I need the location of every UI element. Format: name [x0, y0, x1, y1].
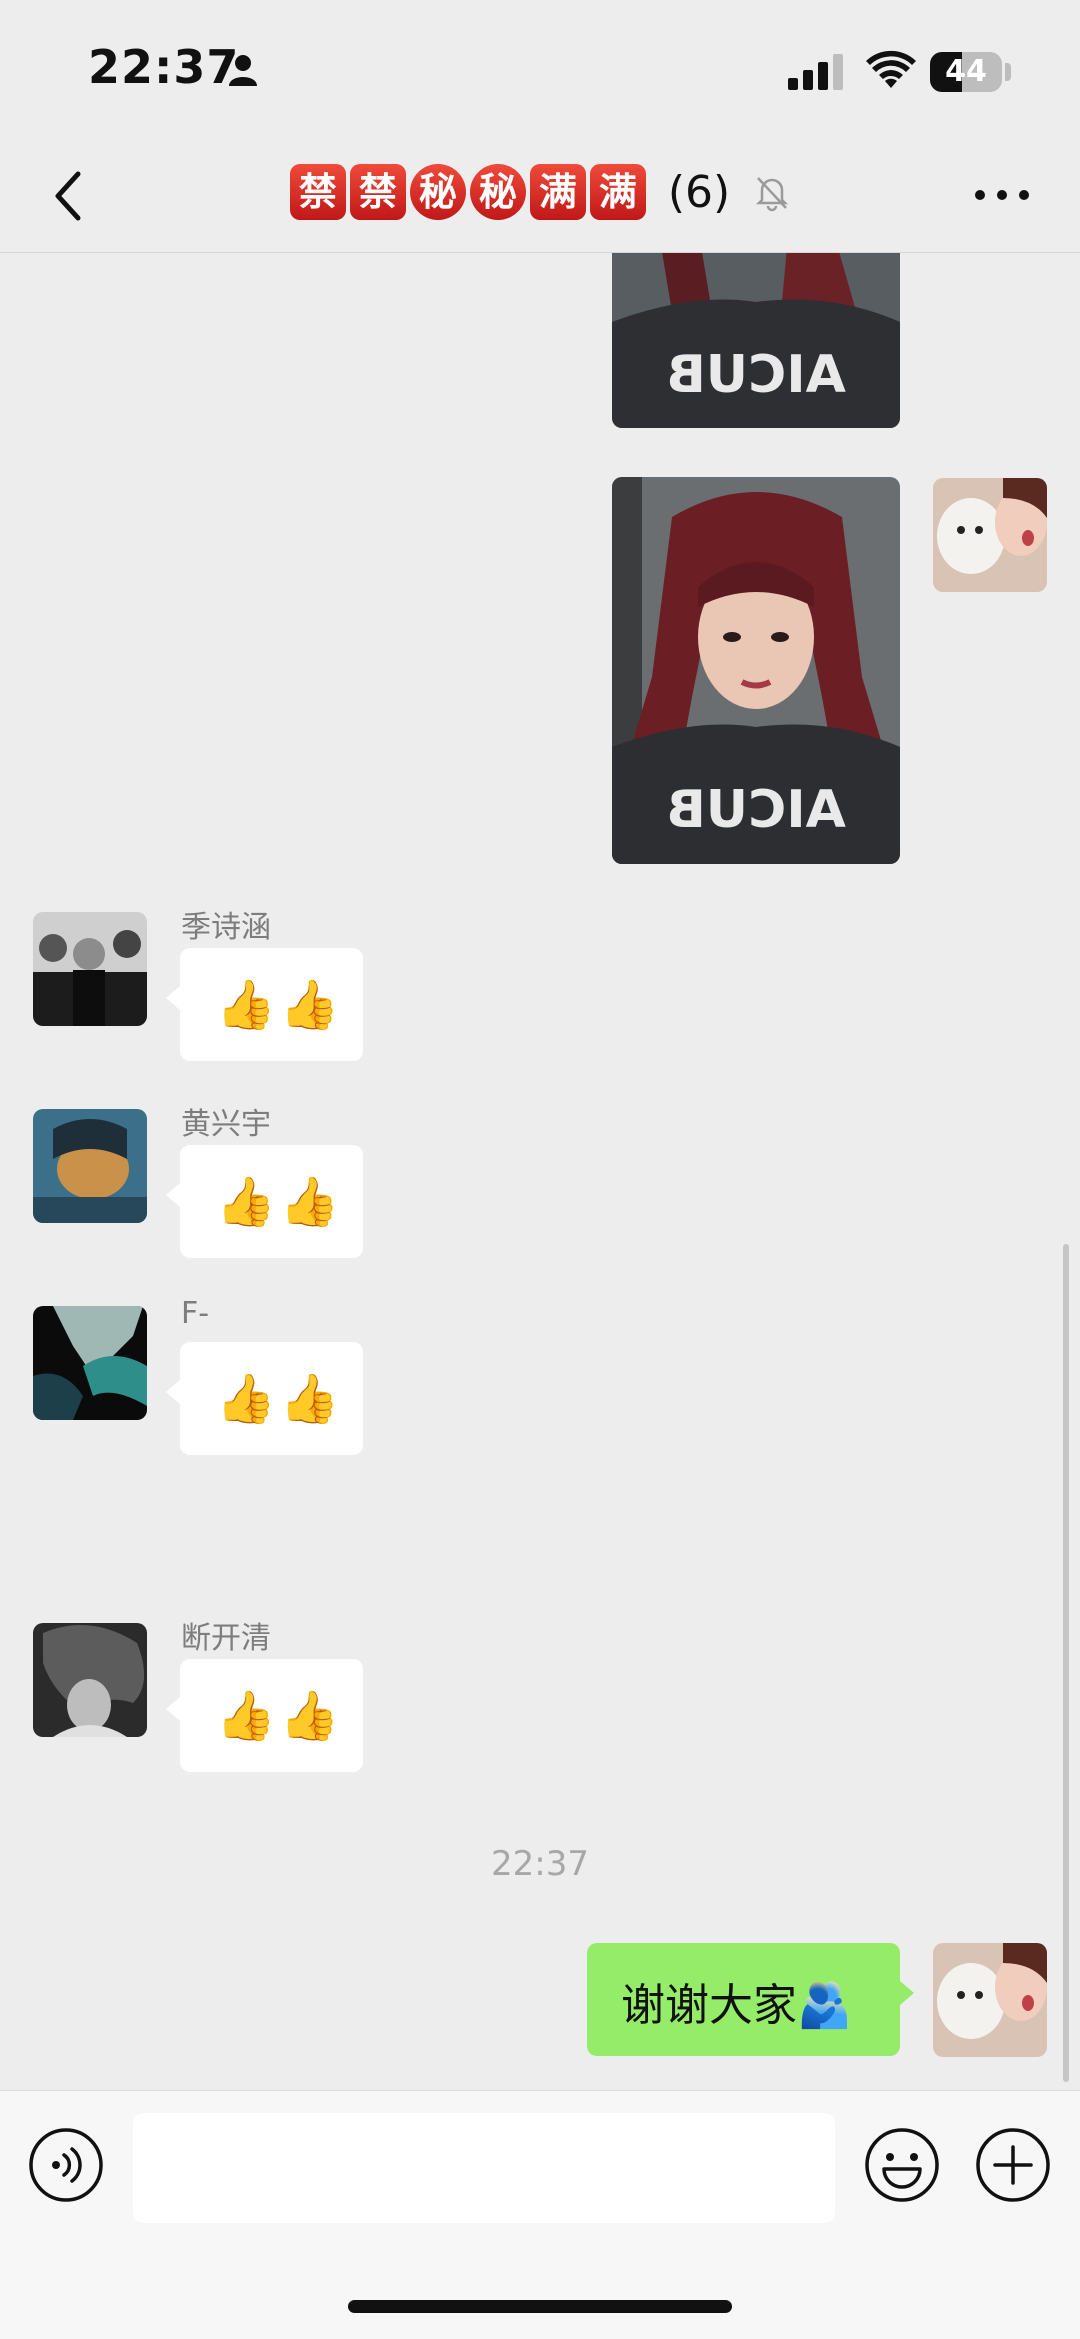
- title-badge: 禁: [349, 164, 406, 220]
- battery-tip: [1005, 63, 1011, 81]
- sender-name: 季诗涵: [181, 910, 271, 945]
- cellular-signal-icon: [788, 54, 843, 90]
- avatar-image: [33, 1623, 147, 1737]
- image-message-partial[interactable]: AICUB: [612, 252, 900, 428]
- member-count: (6): [667, 166, 731, 218]
- chat-title[interactable]: 禁禁秘秘满满 (6): [0, 164, 1080, 220]
- image-message[interactable]: AICUB: [612, 477, 900, 864]
- avatar-image: [33, 1306, 147, 1420]
- scrollbar[interactable]: [1063, 1244, 1069, 2082]
- message-text: 👍👍: [216, 1174, 344, 1230]
- avatar-image: [933, 1943, 1047, 2057]
- selfie-photo: AICUB: [612, 252, 900, 428]
- message-bubble[interactable]: 👍👍: [166, 1659, 363, 1772]
- avatar-image: [33, 912, 147, 1026]
- plus-circle-icon[interactable]: [975, 2127, 1051, 2203]
- title-badges: 禁禁秘秘满满: [288, 164, 648, 220]
- smile-icon[interactable]: [864, 2127, 940, 2203]
- message-text: 👍👍: [216, 977, 344, 1033]
- sender-name: 断开清: [181, 1621, 271, 1656]
- person-icon: [229, 55, 257, 86]
- voice-icon[interactable]: [28, 2127, 104, 2203]
- more-dots-icon[interactable]: [972, 180, 1032, 210]
- message-text: 谢谢大家🫂: [621, 1980, 852, 2031]
- selfie-photo: AICUB: [612, 477, 900, 864]
- message-text: 👍👍: [216, 1371, 344, 1427]
- avatar[interactable]: [33, 1306, 147, 1420]
- avatar-image: [33, 1109, 147, 1223]
- title-badge: 满: [529, 164, 586, 220]
- message-timestamp: 22:37: [491, 1844, 589, 1884]
- message-input[interactable]: [133, 2113, 835, 2223]
- title-badge: 秘: [469, 164, 526, 220]
- message-bubble[interactable]: 👍👍: [166, 1145, 363, 1258]
- title-badge: 禁: [289, 164, 346, 220]
- message-text: 👍👍: [216, 1688, 344, 1744]
- svg-text:AICUB: AICUB: [666, 780, 846, 840]
- battery-percent: 44: [945, 54, 987, 89]
- message-bubble[interactable]: 👍👍: [166, 1342, 363, 1455]
- svg-text:AICUB: AICUB: [666, 345, 846, 405]
- avatar[interactable]: [33, 1109, 147, 1223]
- avatar-self[interactable]: [933, 478, 1047, 592]
- sender-name: F-: [181, 1296, 210, 1331]
- message-list[interactable]: AICUB AICUB 季诗涵 👍👍 黄兴宇 👍👍 F- 👍👍 断开清 👍👍 2…: [0, 252, 1080, 2090]
- battery-indicator: 44: [930, 52, 1002, 92]
- chat-header: 禁禁秘秘满满 (6): [0, 140, 1080, 253]
- avatar[interactable]: [33, 1623, 147, 1737]
- wifi-icon: [866, 50, 916, 88]
- message-bubble-self[interactable]: 谢谢大家🫂: [587, 1943, 914, 2056]
- avatar-image: [933, 478, 1047, 592]
- bell-slash-icon: [756, 177, 789, 212]
- status-bar: 22:37 44: [0, 0, 1080, 140]
- message-bubble[interactable]: 👍👍: [166, 948, 363, 1061]
- avatar[interactable]: [33, 912, 147, 1026]
- title-badge: 满: [589, 164, 646, 220]
- home-indicator[interactable]: [348, 2300, 732, 2313]
- status-time: 22:37: [88, 40, 240, 94]
- avatar-self[interactable]: [933, 1943, 1047, 2057]
- title-badge: 秘: [409, 164, 466, 220]
- sender-name: 黄兴宇: [181, 1107, 271, 1142]
